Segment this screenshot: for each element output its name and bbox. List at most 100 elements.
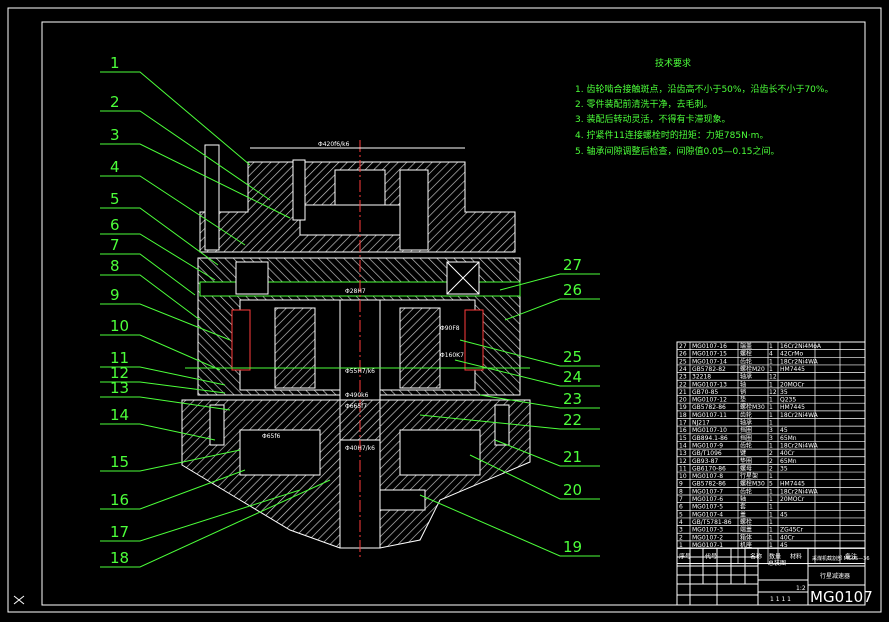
bom-row: 17 NJ217 轴承 1 [679, 419, 773, 427]
bom-cell: 16 [679, 427, 687, 434]
bom-cell: 螺栓M20 [740, 365, 765, 373]
part-label: 6 [110, 216, 120, 234]
bom-cell: 垫圈 [740, 457, 752, 465]
bom-row: 23 32218 轴承 12 [679, 373, 777, 381]
bom-cell: 45 [780, 511, 788, 518]
bom-cell: 1 [769, 366, 773, 373]
bom-cell: 15 [679, 435, 687, 442]
title-block-product: 采煤机截割部 MG05—36 [812, 555, 870, 562]
dimension-text: Φ490k6 [345, 392, 369, 399]
bom-cell: GB93-87 [692, 458, 718, 465]
bom-cell: MG0107-9 [692, 442, 723, 449]
bom-row: 6 MG0107-5 套 1 [679, 503, 773, 511]
cad-drawing: Φ420f6/k6 Φ28H7 Φ90F8 Φ160K7 Φ55H7/k6 Φ490k6 Φ… [7, 7, 882, 613]
bom-cell: GB5782-86 [692, 481, 726, 488]
bom-cell: 3 [679, 527, 683, 534]
bom-cell: 端盖 [740, 342, 752, 350]
assembly-section-view [181, 140, 531, 560]
bom-row: 24 GB5782-82 螺栓M20 1 HM7445 [679, 365, 805, 373]
sheet-marks: 1 1 1 1 [770, 596, 791, 603]
dimension-text: Φ40H7/k6 [345, 445, 375, 452]
title-block-drawing-name: 总装图 [768, 559, 786, 567]
bom-cell: 齿轮 [740, 411, 752, 419]
bom-cell: 盖 [740, 510, 746, 518]
bom-row: 9 GB5782-86 螺栓M30 5 HM7445 [679, 480, 805, 488]
bom-cell: 12 [769, 374, 777, 381]
bom-row: 19 GB5782-86 螺栓M30 1 HM7445 [679, 403, 805, 411]
part-label: 2 [110, 93, 120, 111]
bom-cell: 18Cr2Ni4WA [780, 412, 819, 419]
bom-cell: 18Cr2Ni4WA [780, 358, 819, 365]
part-label: 5 [110, 190, 120, 208]
bom-cell: 6 [679, 504, 683, 511]
bom-cell: MG0107-7 [692, 488, 723, 495]
bom-cell: 螺栓 [740, 350, 752, 358]
bom-cell: GB6170-86 [692, 465, 726, 472]
bom-cell: MG0107-10 [692, 427, 727, 434]
note-item: 3. 装配后转动灵活，不得有卡滞现象。 [575, 113, 730, 125]
bom-cell: 套 [740, 503, 746, 511]
bom-cell: 4 [769, 351, 773, 358]
bom-cell: 1 [769, 420, 773, 427]
bom-row: 22 MG0107-13 轴 1 20MOCr [679, 380, 805, 388]
bom-cell: 5 [769, 481, 773, 488]
bom-row: 27 MG0107-16 端盖 1 16Cr2Ni4MoA [679, 342, 822, 350]
bom-cell: 13 [679, 450, 687, 457]
bom-cell: MG0107-6 [692, 496, 723, 503]
title-block-part-name: 行星减速器 [820, 572, 850, 580]
bom-cell: 12 [679, 458, 687, 465]
bom-cell: 12 [769, 389, 777, 396]
bom-cell: 11 [679, 465, 687, 472]
bom-cell: 5 [679, 511, 683, 518]
bom-cell: 23 [679, 374, 687, 381]
bom-row: 3 MG0107-3 端盖 1 ZG45Cr [679, 526, 804, 534]
leader-line [100, 110, 271, 201]
bom-cell: GB/T5781-86 [692, 519, 732, 526]
bom-cell: MG0107-16 [692, 343, 727, 350]
bom-cell: 27 [679, 343, 687, 350]
bom-cell: 1 [769, 527, 773, 534]
bom-cell: 21 [679, 389, 687, 396]
bom-cell: 1 [769, 488, 773, 495]
bom-cell: MG0107-3 [692, 527, 723, 534]
leader-line [100, 71, 251, 166]
bom-cell: 1 [769, 534, 773, 541]
bom-cell: 销 [740, 388, 746, 396]
part-label: 20 [563, 481, 582, 499]
bom-cell: 16Cr2Ni4MoA [780, 343, 822, 350]
bom-cell: 螺栓M30 [740, 480, 765, 488]
bom-cell: 箱体 [740, 533, 752, 541]
bom-row: 21 GB70-85 销 12 35 [679, 388, 788, 396]
bom-row: 14 MG0107-9 齿轮 1 18Cr2Ni4WA [679, 441, 819, 449]
bom-cell: 1 [769, 442, 773, 449]
part-label: 13 [110, 379, 129, 397]
bom-cell: GB894.1-86 [692, 435, 728, 442]
bom-cell: MG0107-12 [692, 397, 727, 404]
bom-cell: 1 [769, 496, 773, 503]
bom-cell: GB5782-82 [692, 366, 726, 373]
bom-row: 16 MG0107-10 挡圈 3 45 [679, 426, 788, 434]
bom-cell: 20MOCr [780, 381, 805, 388]
part-label: 14 [110, 406, 129, 424]
bom-cell: 1 [769, 404, 773, 411]
bom-cell: 45 [780, 427, 788, 434]
dimension-text: Φ65f6 [262, 433, 280, 440]
bom-row: 26 MG0107-15 螺栓 4 42CrMo [679, 350, 803, 358]
dimension-text: Φ55H7/k6 [345, 368, 375, 375]
bom-cell: 1 [769, 381, 773, 388]
bom-cell: 40Cr [780, 450, 795, 457]
bom-cell: 7 [679, 496, 683, 503]
bom-cell: MG0107-8 [692, 473, 723, 480]
bom-cell: 挡圈 [740, 426, 752, 434]
bom-cell: GB5782-86 [692, 404, 726, 411]
bom-row: 10 MG0107-8 行星架 1 [679, 472, 773, 480]
part-label: 19 [563, 538, 582, 556]
part-label: 3 [110, 126, 120, 144]
bom-cell: 14 [679, 442, 687, 449]
bom-cell: 2 [769, 465, 773, 472]
part-label: 25 [563, 348, 582, 366]
bom-row: 11 GB6170-86 螺母 2 35 [679, 464, 788, 472]
bom-row: 7 MG0107-6 轴 1 20MOCr [679, 495, 805, 503]
bom-cell: 螺栓M30 [740, 403, 765, 411]
bom-cell: 40Cr [780, 534, 795, 541]
